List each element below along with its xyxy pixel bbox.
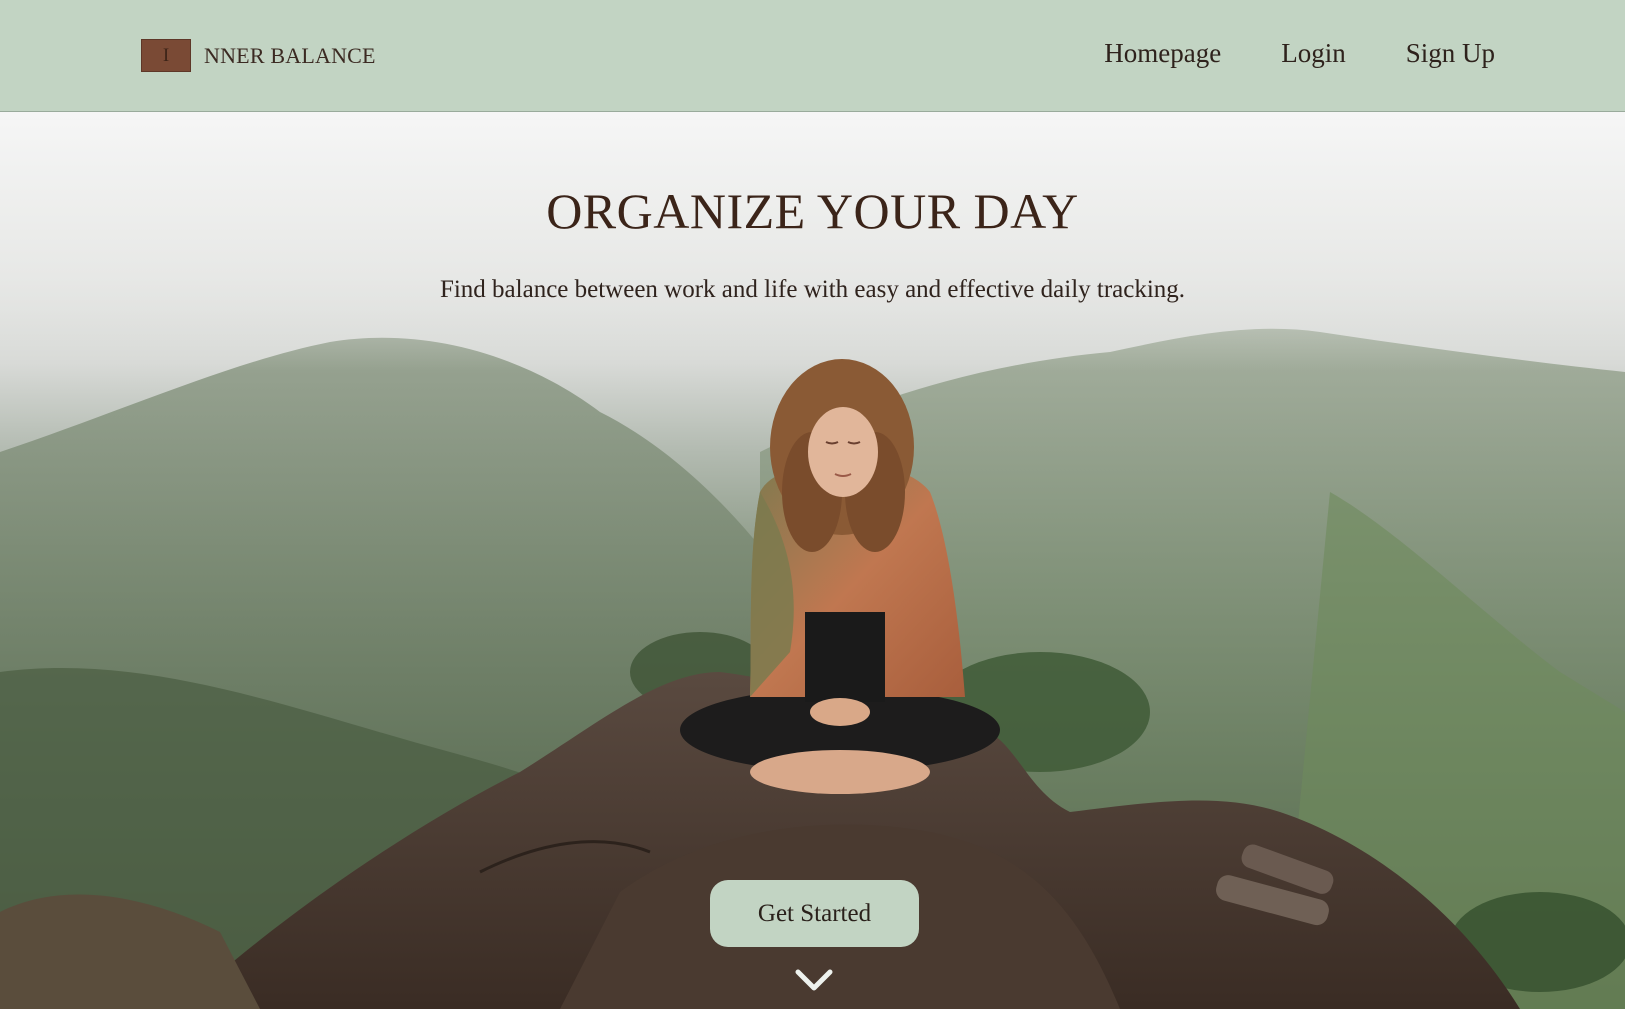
hero-subtitle: Find balance between work and life with … [439, 276, 1186, 303]
hero-section: ORGANIZE YOUR DAY Find balance between w… [0, 112, 1625, 1009]
logo-letter: I [162, 44, 170, 66]
top-navbar: I NNER BALANCE Homepage Login Sign Up [0, 0, 1625, 112]
nav-links: Homepage Login Sign Up [1104, 38, 1495, 69]
get-started-button[interactable]: Get Started [710, 880, 919, 947]
chevron-down-icon[interactable] [794, 966, 834, 996]
hero-title: ORGANIZE YOUR DAY [546, 183, 1079, 239]
logo-mark: I [141, 39, 191, 72]
brand-name: NNER BALANCE [204, 42, 376, 68]
nav-link-homepage[interactable]: Homepage [1104, 38, 1221, 69]
nav-link-login[interactable]: Login [1281, 38, 1346, 69]
hero-background-image [0, 112, 1625, 1009]
brand-logo-link[interactable]: I NNER BALANCE [141, 39, 376, 72]
nav-link-sign-up[interactable]: Sign Up [1406, 38, 1495, 69]
